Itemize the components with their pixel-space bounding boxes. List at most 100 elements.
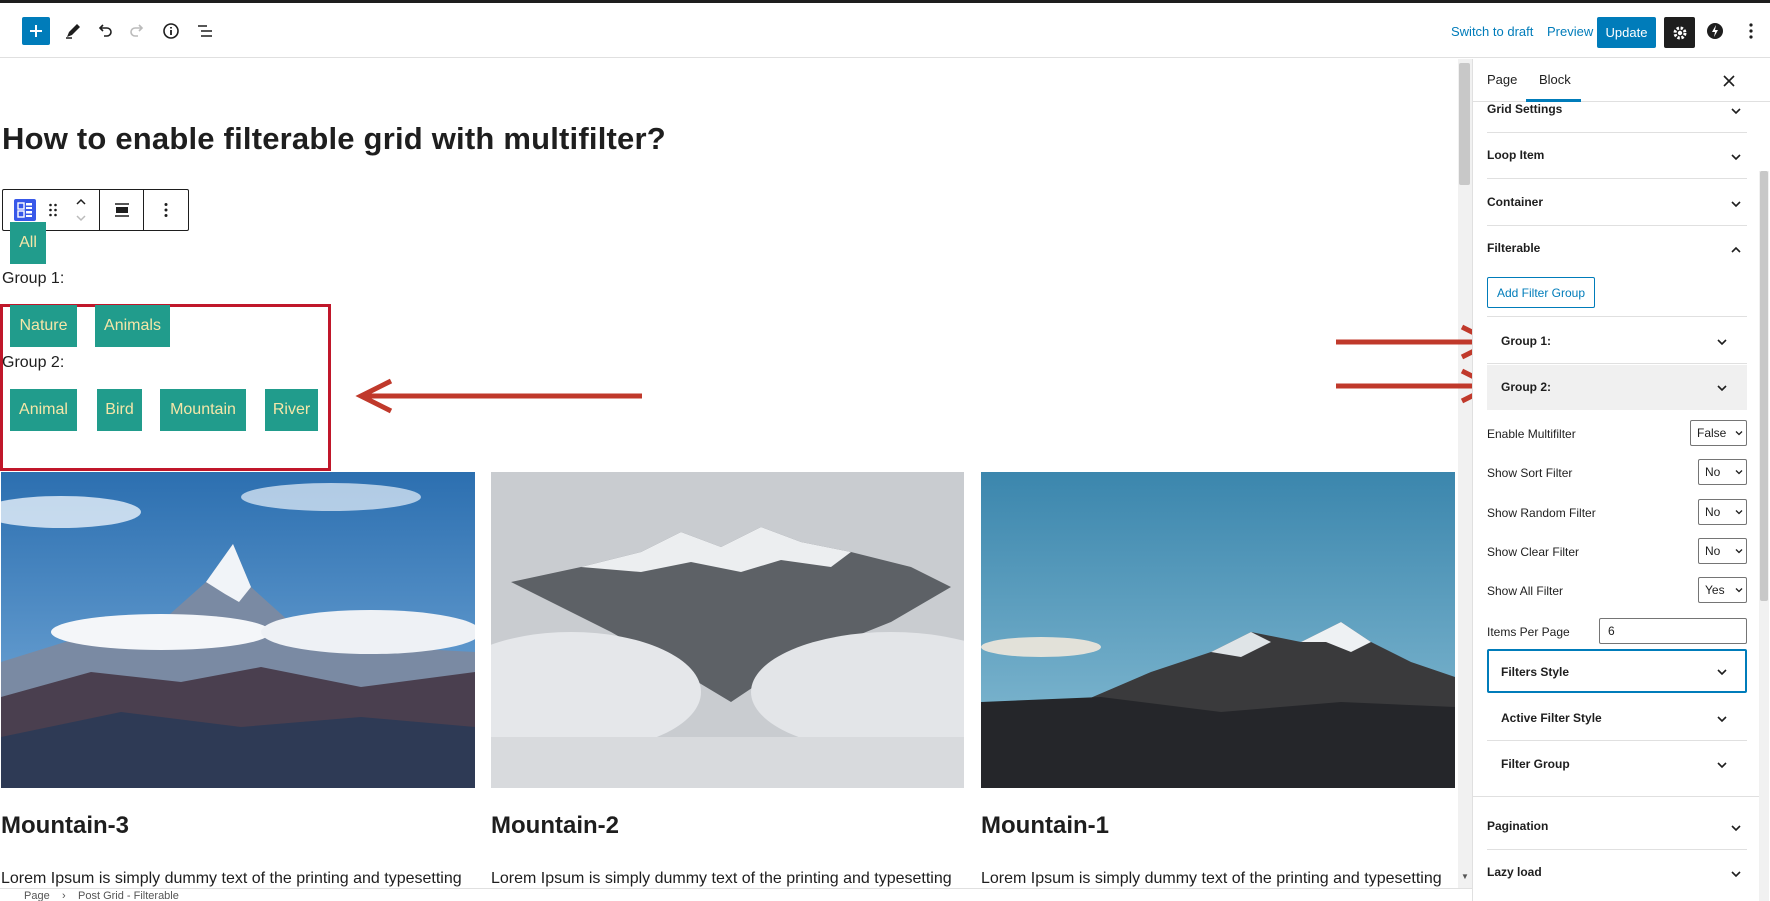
chevron-down-icon [1717, 762, 1727, 769]
more-vertical-icon [164, 203, 168, 217]
tools-button[interactable] [58, 16, 88, 46]
plus-icon [30, 25, 42, 37]
chevron-down-icon [1717, 669, 1727, 676]
show-random-filter-label: Show Random Filter [1487, 506, 1596, 520]
chevron-down-icon [1731, 871, 1741, 878]
breadcrumb-item-block[interactable]: Post Grid - Filterable [78, 890, 179, 901]
show-random-filter-select[interactable]: No [1698, 499, 1747, 525]
plugin-icon [1707, 23, 1723, 39]
chevron-up-icon [1731, 246, 1741, 253]
panel-lazy-load-label: Lazy load [1487, 865, 1542, 879]
filter-river-button[interactable]: River [265, 389, 318, 431]
card-image-mountain-3[interactable] [1, 472, 475, 788]
sidebar-tabs: Page Block [1473, 59, 1770, 102]
block-breadcrumb: Page › Post Grid - Filterable [0, 888, 1472, 901]
block-options-button[interactable] [152, 190, 180, 230]
chevron-down-icon [1731, 154, 1741, 161]
grid-block-icon [14, 199, 36, 221]
show-clear-filter-select[interactable]: No [1698, 538, 1747, 564]
show-all-filter-label: Show All Filter [1487, 584, 1564, 598]
canvas-scrollbar-thumb[interactable] [1459, 63, 1470, 185]
add-filter-group-button[interactable]: Add Filter Group [1487, 277, 1595, 308]
chevron-down-icon [1731, 201, 1741, 208]
chevron-up-down-icon [76, 198, 86, 222]
undo-button[interactable] [90, 16, 120, 46]
card-title-mountain-2[interactable]: Mountain-2 [491, 812, 619, 840]
tab-page[interactable]: Page [1487, 72, 1517, 87]
chevron-down-icon [1735, 510, 1743, 515]
sidebar-scrollbar-thumb[interactable] [1760, 171, 1768, 601]
panel-group2-label: Group 2: [1501, 380, 1551, 394]
undo-icon [98, 24, 112, 37]
panel-grid-settings[interactable]: Grid Settings [1487, 102, 1747, 146]
panel-active-filter-style[interactable]: Active Filter Style [1487, 696, 1747, 741]
panel-group1[interactable]: Group 1: [1487, 319, 1747, 364]
plugin-button[interactable] [1700, 16, 1730, 46]
panel-group2[interactable]: Group 2: [1487, 365, 1747, 410]
card-image-mountain-2[interactable] [491, 472, 964, 788]
chevron-down-icon [1735, 549, 1743, 554]
panel-lazy-load[interactable]: Lazy load [1487, 865, 1747, 895]
filter-nature-button[interactable]: Nature [10, 305, 77, 347]
chevron-down-icon [1735, 431, 1743, 436]
add-block-button[interactable] [22, 17, 50, 45]
panel-group1-label: Group 1: [1501, 334, 1551, 348]
close-icon [1723, 75, 1735, 87]
panel-pagination[interactable]: Pagination [1487, 819, 1747, 849]
editor-header: Switch to draft Preview Update [0, 3, 1770, 58]
card-excerpt-mountain-3: Lorem Ipsum is simply dummy text of the … [1, 870, 462, 887]
align-wide-icon [114, 203, 129, 217]
info-icon [163, 23, 179, 39]
enable-multifilter-label: Enable Multifilter [1487, 427, 1576, 441]
filter-mountain-button[interactable]: Mountain [160, 389, 246, 431]
panel-filter-group[interactable]: Filter Group [1487, 742, 1747, 787]
panel-filterable-label: Filterable [1487, 241, 1541, 255]
show-all-filter-select[interactable]: Yes [1698, 577, 1747, 603]
panel-container-label: Container [1487, 195, 1544, 209]
card-excerpt-mountain-1: Lorem Ipsum is simply dummy text of the … [981, 870, 1442, 887]
panel-grid-settings-label: Grid Settings [1487, 102, 1563, 116]
list-view-icon [198, 25, 212, 37]
items-per-page-input[interactable]: 6 [1599, 618, 1747, 644]
show-clear-filter-label: Show Clear Filter [1487, 545, 1580, 559]
more-vertical-icon [1749, 23, 1753, 39]
panel-filters-style[interactable]: Filters Style [1487, 649, 1747, 693]
switch-to-draft-link[interactable]: Switch to draft [1451, 24, 1533, 39]
panel-container[interactable]: Container [1487, 195, 1747, 239]
page-title[interactable]: How to enable filterable grid with multi… [2, 121, 666, 157]
card-image-mountain-1[interactable] [981, 472, 1455, 788]
card-title-mountain-3[interactable]: Mountain-3 [1, 812, 129, 840]
move-up-down-buttons[interactable] [67, 190, 95, 230]
chevron-down-icon [1735, 470, 1743, 475]
redo-button[interactable] [122, 16, 152, 46]
panel-loop-item[interactable]: Loop Item [1487, 148, 1747, 192]
chevron-down-icon [1731, 825, 1741, 832]
pencil-icon [66, 24, 80, 39]
chevron-down-icon [1735, 588, 1743, 593]
filter-animals-button[interactable]: Animals [95, 305, 170, 347]
scroll-down-arrow[interactable]: ▼ [1459, 872, 1471, 884]
close-sidebar-button[interactable] [1723, 71, 1735, 92]
chevron-down-icon [1731, 108, 1741, 115]
list-view-button[interactable] [190, 16, 220, 46]
show-sort-filter-select[interactable]: No [1698, 459, 1747, 485]
options-button[interactable] [1736, 16, 1766, 46]
gear-icon [1673, 26, 1686, 39]
tab-block[interactable]: Block [1539, 72, 1571, 87]
card-title-mountain-1[interactable]: Mountain-1 [981, 812, 1109, 840]
settings-button[interactable] [1664, 17, 1695, 48]
panel-filter-group-label: Filter Group [1501, 757, 1570, 771]
preview-link[interactable]: Preview [1547, 24, 1593, 39]
update-button[interactable]: Update [1597, 17, 1656, 48]
chevron-down-icon [1717, 339, 1727, 346]
details-button[interactable] [156, 16, 186, 46]
filter-all-button[interactable]: All [10, 222, 46, 264]
align-button[interactable] [108, 190, 136, 230]
filter-animal-button[interactable]: Animal [10, 389, 77, 431]
enable-multifilter-select[interactable]: False [1690, 420, 1747, 446]
filter-bird-button[interactable]: Bird [97, 389, 142, 431]
panel-filters-style-label: Filters Style [1501, 665, 1570, 679]
group2-label: Group 2: [2, 354, 65, 371]
breadcrumb-item-page[interactable]: Page [24, 890, 50, 901]
panel-filterable[interactable]: Filterable [1487, 241, 1747, 271]
